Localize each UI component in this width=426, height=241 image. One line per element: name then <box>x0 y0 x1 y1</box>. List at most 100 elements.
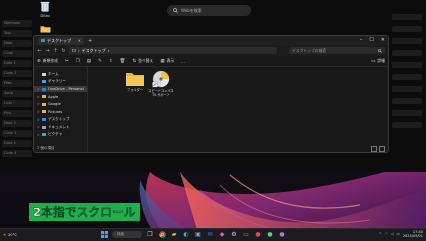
taskbar-search[interactable]: ⌕ 検索 <box>112 230 142 238</box>
nav-item-google[interactable]: > Google <box>34 101 87 107</box>
search-icon <box>173 8 178 13</box>
background-side-item[interactable]: Pins <box>2 110 32 117</box>
background-right-item[interactable] <box>392 50 422 56</box>
task-view-icon[interactable]: ❐ <box>146 230 154 238</box>
speaker-icon[interactable]: ◁ <box>391 232 394 236</box>
background-side-item[interactable]: Lists <box>2 100 32 107</box>
refresh-icon[interactable]: ↻ <box>61 48 66 54</box>
more-button[interactable]: ... <box>181 59 185 64</box>
file-list-pane[interactable]: フォルダー スピードコンパネ TV-サポート <box>88 67 388 152</box>
desktop-icon-recycle-bin[interactable]: Ditto <box>32 1 58 18</box>
store-icon[interactable]: ▣ <box>194 230 202 238</box>
edge-icon[interactable]: ◐ <box>182 230 190 238</box>
desktop-icon-folder[interactable] <box>32 25 58 33</box>
caption-text: 2本指でスクロール <box>33 205 136 219</box>
chevron-right-icon[interactable]: > <box>37 95 40 99</box>
forward-arrow-icon[interactable]: → <box>45 48 50 54</box>
weather-widget[interactable]: ☀ 20°C <box>3 233 17 237</box>
tiles-view-icon[interactable] <box>379 145 385 152</box>
settings-icon[interactable]: ⚙ <box>230 230 238 238</box>
delete-icon[interactable]: 🗑 <box>120 59 126 64</box>
up-arrow-icon[interactable]: ↑ <box>53 48 58 54</box>
nav-item-home[interactable]: ホーム <box>34 71 87 77</box>
background-right-item[interactable] <box>392 86 422 92</box>
maximize-icon[interactable]: ☐ <box>369 37 373 43</box>
share-icon[interactable]: ⇪ <box>109 59 113 64</box>
address-bar[interactable]: › デスクトップ › <box>69 47 277 54</box>
background-side-item[interactable]: Data 4 <box>2 140 32 147</box>
app-icon[interactable]: ● <box>266 230 274 238</box>
nav-item-apple[interactable]: > Apple <box>34 94 87 100</box>
background-right-item[interactable] <box>392 74 422 80</box>
background-right-item[interactable] <box>392 98 422 104</box>
rename-icon[interactable]: ✎ <box>98 59 102 64</box>
view-button[interactable]: ▦ 表示 <box>160 58 174 64</box>
explorer-tab[interactable]: デスクトップ ✕ <box>38 36 84 45</box>
chevron-right-icon[interactable]: > <box>37 118 40 122</box>
nav-item-desktop[interactable]: > デスクトップ <box>34 117 87 123</box>
chrome-icon[interactable] <box>158 230 166 238</box>
background-side-item[interactable]: Files <box>2 80 32 87</box>
background-side-item[interactable]: Tool <box>2 30 32 37</box>
close-icon[interactable]: ✕ <box>381 37 385 43</box>
chevron-up-icon[interactable]: ^ <box>379 232 382 236</box>
background-right-item[interactable] <box>392 110 422 116</box>
details-button[interactable]: ▭ 詳細 <box>371 58 385 64</box>
background-side-item[interactable]: Code <box>2 50 32 57</box>
explorer-titlebar[interactable]: デスクトップ ✕ + – ☐ ✕ <box>34 36 388 45</box>
photos-icon[interactable]: ◆ <box>218 230 226 238</box>
explorer-search-input[interactable]: デスクトップの検索 <box>289 47 385 54</box>
nav-item-pictures-library[interactable]: > ピクチャ <box>34 132 87 138</box>
new-tab-icon[interactable]: + <box>88 38 92 44</box>
app-icon[interactable]: ● <box>278 230 286 238</box>
background-side-item[interactable]: Data 2 <box>2 60 32 67</box>
nav-item-onedrive[interactable]: > OneDrive - Personal <box>34 86 87 93</box>
battery-icon[interactable]: ▭ <box>397 232 400 236</box>
chevron-right-icon[interactable]: > <box>37 125 40 129</box>
nav-item-documents[interactable]: > ドキュメント <box>34 124 87 130</box>
back-arrow-icon[interactable]: ← <box>37 48 42 54</box>
paste-icon[interactable]: ▤ <box>87 59 91 64</box>
background-right-item[interactable] <box>392 26 422 32</box>
background-right-item[interactable] <box>392 14 422 20</box>
close-tab-icon[interactable]: ✕ <box>78 38 81 43</box>
background-right-item[interactable] <box>392 38 422 44</box>
background-side-item[interactable]: Data 3 <box>2 120 32 127</box>
folder-icon <box>126 73 144 86</box>
chevron-right-icon[interactable]: > <box>37 87 40 91</box>
folder-icon <box>42 102 46 106</box>
new-button[interactable]: ⊕ 新規作成 <box>37 58 58 64</box>
terminal-icon[interactable]: ▭ <box>242 230 250 238</box>
chevron-right-icon[interactable]: > <box>37 133 40 137</box>
background-side-item[interactable]: Code 4 <box>2 150 32 157</box>
chevron-right-icon[interactable]: > <box>37 102 40 106</box>
nav-item-gallery[interactable]: ギャラリー <box>34 79 87 85</box>
start-icon[interactable] <box>100 230 108 238</box>
minimize-icon[interactable]: – <box>360 37 363 43</box>
nav-item-pictures[interactable]: > Pictures <box>34 109 87 115</box>
background-right-panel <box>392 14 422 134</box>
background-side-item[interactable]: Code 3 <box>2 130 32 137</box>
background-side-item[interactable]: Zone <box>2 90 32 97</box>
sort-icon: ⇅ <box>132 58 137 64</box>
clock[interactable]: 17:40 2024/09/01 <box>403 230 423 238</box>
chevron-right-icon[interactable]: > <box>37 110 40 114</box>
home-icon <box>42 72 46 76</box>
app-icon[interactable]: ● <box>254 230 262 238</box>
file-item-app[interactable]: スピードコンパネ TV-サポート <box>146 70 176 97</box>
sort-button[interactable]: ⇅ 並べ替え <box>132 58 153 64</box>
weather-icon: ☀ <box>3 233 7 237</box>
wifi-icon[interactable]: ◠ <box>385 232 388 236</box>
background-right-item[interactable] <box>392 62 422 68</box>
mail-icon[interactable]: ✉ <box>206 230 214 238</box>
file-explorer-icon[interactable]: ▰ <box>170 230 178 238</box>
copy-icon[interactable]: ❐ <box>76 59 80 64</box>
background-side-item[interactable]: Data <box>2 40 32 47</box>
documents-icon <box>42 125 46 129</box>
cut-icon[interactable]: ✂ <box>65 59 69 64</box>
details-view-icon[interactable] <box>371 145 377 152</box>
background-right-item[interactable] <box>392 122 422 128</box>
background-side-item[interactable]: Webhook <box>2 20 32 27</box>
background-side-item[interactable]: Code 2 <box>2 70 32 77</box>
background-search-bar[interactable]: Webを検索 <box>167 5 251 16</box>
